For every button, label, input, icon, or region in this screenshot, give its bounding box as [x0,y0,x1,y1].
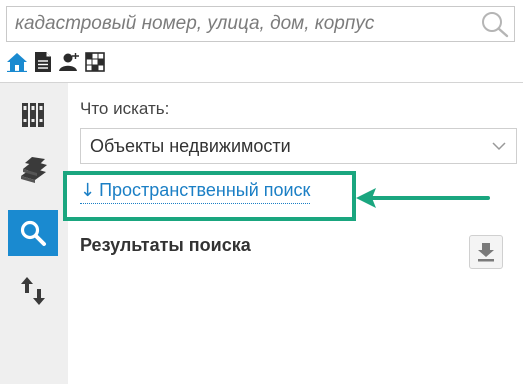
sidebar-item-layers[interactable] [8,92,58,138]
results-title: Результаты поиска [80,235,251,255]
search-target-value: Объекты недвижимости [90,136,291,156]
search-target-select[interactable]: Объекты недвижимости [80,128,517,164]
magnifier-icon [482,12,509,38]
search-box [6,6,515,42]
tab-document[interactable] [32,50,54,74]
books-icon [21,157,47,183]
search-icon [20,220,46,246]
header-divider [0,82,523,83]
sidebar-item-transfer[interactable] [8,268,58,314]
person-icon [59,53,79,71]
callout-arrow-icon [356,188,490,208]
mode-tabs [6,50,106,76]
search-target-label: Что искать: [80,99,170,118]
arrow-down-icon: ↓ [80,180,96,201]
search-submit-button[interactable] [480,10,510,38]
spatial-search-link[interactable]: ↓ Пространственный поиск [80,180,311,204]
home-icon [7,53,27,72]
layers-binders-icon [22,103,44,127]
tab-person[interactable] [58,50,80,74]
swap-arrows-icon [21,277,45,305]
sidebar [0,83,68,384]
sidebar-item-search[interactable] [8,210,58,256]
download-icon [478,243,494,262]
sidebar-item-library[interactable] [8,147,58,193]
chevron-down-icon [492,142,506,151]
download-button[interactable] [469,235,503,269]
tab-home[interactable] [6,50,28,74]
search-input[interactable] [7,7,477,41]
spatial-search-link-label: Пространственный поиск [99,180,311,200]
grid-icon [85,52,105,72]
document-icon [35,52,51,72]
tab-grid[interactable] [84,50,106,74]
